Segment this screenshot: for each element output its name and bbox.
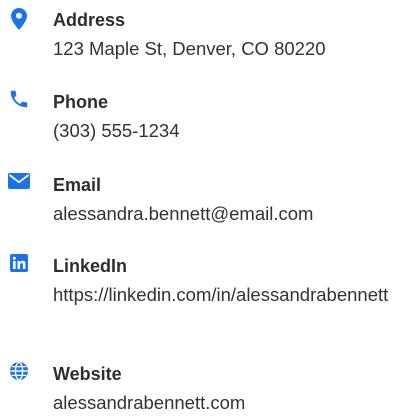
phone-icon bbox=[8, 88, 30, 110]
linkedin-label: LinkedIn bbox=[53, 256, 128, 276]
contact-list: Address 123 Maple St, Denver, CO 80220 P… bbox=[0, 0, 405, 418]
email-label: Email bbox=[53, 175, 102, 195]
website-label: Website bbox=[53, 364, 122, 384]
globe-icon bbox=[8, 360, 30, 382]
address-label: Address bbox=[53, 10, 126, 30]
website-value[interactable]: alessandrabennett.com bbox=[53, 390, 393, 416]
linkedin-value[interactable]: https://linkedin.com/in/alessandrabennet… bbox=[53, 282, 393, 308]
email-value[interactable]: alessandra.bennett@email.com bbox=[53, 201, 393, 227]
map-marker-icon bbox=[8, 8, 30, 30]
linkedin-icon bbox=[8, 252, 30, 274]
address-value: 123 Maple St, Denver, CO 80220 bbox=[53, 38, 326, 59]
phone-label: Phone bbox=[53, 92, 109, 112]
envelope-icon bbox=[8, 170, 30, 192]
phone-value[interactable]: (303) 555-1234 bbox=[53, 118, 393, 144]
